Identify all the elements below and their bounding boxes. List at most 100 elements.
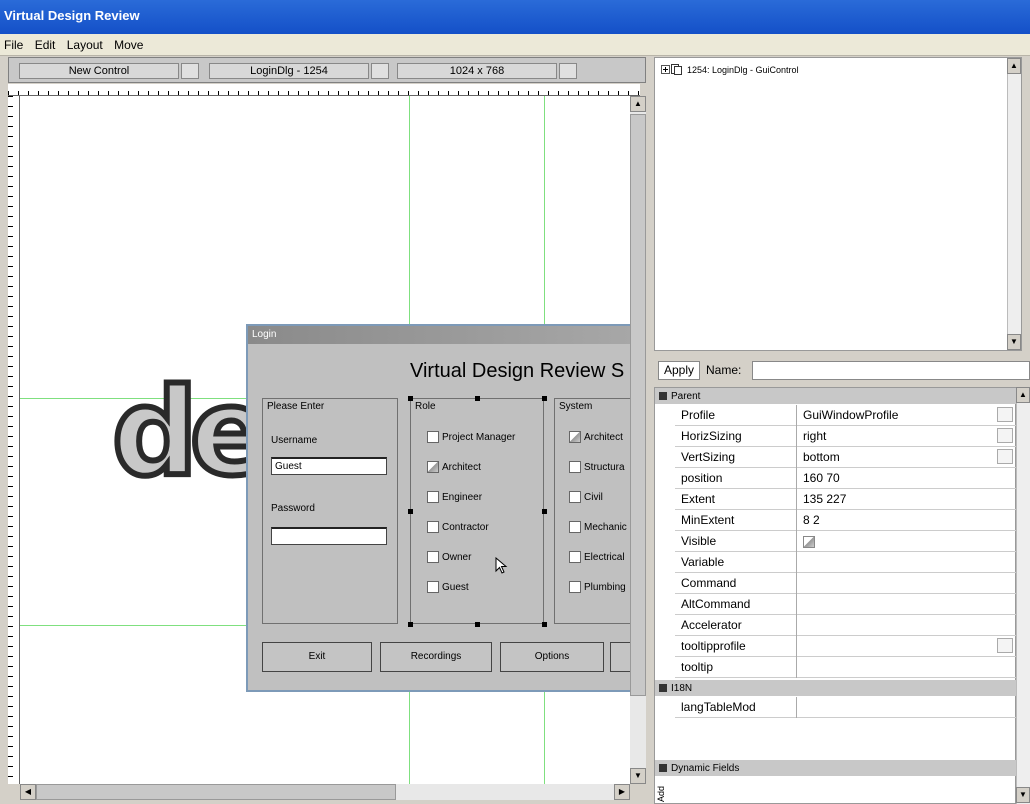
role-contractor-checkbox[interactable]: Contractor bbox=[427, 521, 489, 533]
role-group[interactable]: Role Project Manager Architect Engineer … bbox=[408, 396, 547, 627]
menu-move[interactable]: Move bbox=[110, 34, 147, 52]
property-row-tooltipprofile[interactable]: tooltipprofile bbox=[675, 636, 1017, 657]
resolution-button[interactable]: 1024 x 768 bbox=[397, 63, 557, 79]
resize-handle[interactable] bbox=[542, 509, 547, 514]
options-button[interactable]: Options bbox=[500, 642, 604, 672]
password-field[interactable] bbox=[271, 527, 387, 545]
name-input[interactable] bbox=[752, 361, 1030, 380]
property-value[interactable]: 8 2 bbox=[799, 510, 1017, 531]
property-row-visible[interactable]: Visible bbox=[675, 531, 1017, 552]
role-guest-checkbox[interactable]: Guest bbox=[427, 581, 469, 593]
expand-node-icon[interactable] bbox=[661, 64, 683, 75]
tree-item[interactable]: 1254: LoginDlg - GuiControl bbox=[661, 64, 799, 75]
checkbox-box bbox=[569, 461, 581, 473]
menu-edit[interactable]: Edit bbox=[31, 34, 60, 52]
login-dialog[interactable]: Login Virtual Design Review S Please Ent… bbox=[246, 324, 630, 692]
role-owner-checkbox[interactable]: Owner bbox=[427, 551, 471, 563]
property-row-tooltip[interactable]: tooltip bbox=[675, 657, 1017, 678]
property-inspector[interactable]: Parent Profile GuiWindowProfile HorizSiz… bbox=[654, 387, 1017, 804]
property-value[interactable] bbox=[799, 657, 1017, 678]
new-control-button[interactable]: New Control bbox=[19, 63, 179, 79]
property-value[interactable] bbox=[799, 594, 1017, 615]
property-name: MinExtent bbox=[675, 510, 797, 531]
property-value[interactable] bbox=[799, 697, 1017, 718]
scroll-right-arrow-icon[interactable]: ▶ bbox=[614, 784, 630, 800]
dropdown-button[interactable] bbox=[997, 407, 1013, 422]
scroll-down-arrow-icon[interactable]: ▼ bbox=[1007, 334, 1021, 350]
resize-handle[interactable] bbox=[475, 396, 480, 401]
property-value[interactable] bbox=[799, 615, 1017, 636]
property-row-profile[interactable]: Profile GuiWindowProfile bbox=[675, 405, 1017, 426]
property-row-langtablemod[interactable]: langTableMod bbox=[675, 697, 1017, 718]
property-value[interactable] bbox=[799, 552, 1017, 573]
property-row-altcommand[interactable]: AltCommand bbox=[675, 594, 1017, 615]
system-civil-checkbox[interactable]: Civil bbox=[569, 491, 603, 503]
new-control-dropdown[interactable] bbox=[181, 63, 199, 79]
checkbox-box bbox=[427, 521, 439, 533]
property-row-accelerator[interactable]: Accelerator bbox=[675, 615, 1017, 636]
property-value[interactable]: 135 227 bbox=[799, 489, 1017, 510]
recordings-button[interactable]: Recordings bbox=[380, 642, 492, 672]
username-field[interactable]: Guest bbox=[271, 457, 387, 475]
property-row-horizsizing[interactable]: HorizSizing right bbox=[675, 426, 1017, 447]
menu-file[interactable]: File bbox=[0, 34, 27, 52]
visible-checkbox[interactable] bbox=[803, 535, 815, 548]
system-plumbing-checkbox[interactable]: Plumbing bbox=[569, 581, 626, 593]
design-canvas[interactable]: de Login Virtual Design Review S Please … bbox=[20, 96, 630, 784]
section-dynamic-fields[interactable]: Dynamic Fields bbox=[655, 760, 1017, 776]
system-electrical-checkbox[interactable]: Electrical bbox=[569, 551, 625, 563]
property-value[interactable]: GuiWindowProfile bbox=[799, 405, 1017, 426]
property-row-vertsizing[interactable]: VertSizing bottom bbox=[675, 447, 1017, 468]
property-value[interactable]: right bbox=[799, 426, 1017, 447]
scroll-left-arrow-icon[interactable]: ◀ bbox=[20, 784, 36, 800]
horizontal-scroll-thumb[interactable] bbox=[36, 784, 396, 800]
property-row-position[interactable]: position 160 70 bbox=[675, 468, 1017, 489]
control-tree-panel[interactable]: 1254: LoginDlg - GuiControl ▲ ▼ bbox=[654, 57, 1022, 351]
system-architect-checkbox[interactable]: Architect bbox=[569, 431, 623, 443]
control-name-dropdown[interactable] bbox=[371, 63, 389, 79]
resize-handle[interactable] bbox=[408, 396, 413, 401]
control-name-button[interactable]: LoginDlg - 1254 bbox=[209, 63, 369, 79]
resolution-dropdown[interactable] bbox=[559, 63, 577, 79]
resize-handle[interactable] bbox=[542, 396, 547, 401]
menu-layout[interactable]: Layout bbox=[63, 34, 107, 52]
add-field-tab[interactable]: Add bbox=[656, 778, 670, 802]
vertical-scroll-thumb[interactable] bbox=[630, 114, 646, 696]
system-structural-checkbox[interactable]: Structura bbox=[569, 461, 625, 473]
dropdown-button[interactable] bbox=[997, 449, 1013, 464]
property-value[interactable] bbox=[799, 573, 1017, 594]
apply-button[interactable]: Apply bbox=[658, 361, 700, 380]
resize-handle[interactable] bbox=[408, 509, 413, 514]
exit-button[interactable]: Exit bbox=[262, 642, 372, 672]
section-i18n[interactable]: I18N bbox=[655, 680, 1017, 696]
resize-handle[interactable] bbox=[475, 622, 480, 627]
scroll-up-arrow-icon[interactable]: ▲ bbox=[1016, 387, 1030, 403]
scroll-up-arrow-icon[interactable]: ▲ bbox=[630, 96, 646, 112]
resize-handle[interactable] bbox=[408, 622, 413, 627]
section-parent[interactable]: Parent bbox=[655, 388, 1017, 404]
property-value[interactable]: 160 70 bbox=[799, 468, 1017, 489]
property-value[interactable]: bottom bbox=[799, 447, 1017, 468]
property-row-minextent[interactable]: MinExtent 8 2 bbox=[675, 510, 1017, 531]
property-value[interactable] bbox=[799, 636, 1017, 657]
property-row-extent[interactable]: Extent 135 227 bbox=[675, 489, 1017, 510]
role-architect-checkbox[interactable]: Architect bbox=[427, 461, 481, 473]
property-value[interactable] bbox=[799, 531, 1017, 552]
dropdown-button[interactable] bbox=[997, 428, 1013, 443]
role-project-manager-checkbox[interactable]: Project Manager bbox=[427, 431, 515, 443]
scroll-down-arrow-icon[interactable]: ▼ bbox=[1016, 787, 1030, 803]
property-row-command[interactable]: Command bbox=[675, 573, 1017, 594]
dialog-button-partial[interactable] bbox=[610, 642, 630, 672]
scroll-down-arrow-icon[interactable]: ▼ bbox=[630, 768, 646, 784]
inspector-scrollbar[interactable]: ▲ ▼ bbox=[1016, 387, 1030, 804]
system-mechanical-checkbox[interactable]: Mechanic bbox=[569, 521, 627, 533]
canvas-vertical-scrollbar[interactable]: ▲ ▼ bbox=[630, 96, 646, 784]
canvas-horizontal-scrollbar[interactable]: ◀ ▶ bbox=[20, 784, 630, 800]
resize-handle[interactable] bbox=[542, 622, 547, 627]
dropdown-button[interactable] bbox=[997, 638, 1013, 653]
property-row-variable[interactable]: Variable bbox=[675, 552, 1017, 573]
tree-scrollbar[interactable]: ▲ ▼ bbox=[1007, 58, 1021, 350]
scroll-up-arrow-icon[interactable]: ▲ bbox=[1007, 58, 1021, 74]
role-engineer-checkbox[interactable]: Engineer bbox=[427, 491, 482, 503]
system-group: System Architect Structura Civil Mechani… bbox=[554, 398, 630, 624]
